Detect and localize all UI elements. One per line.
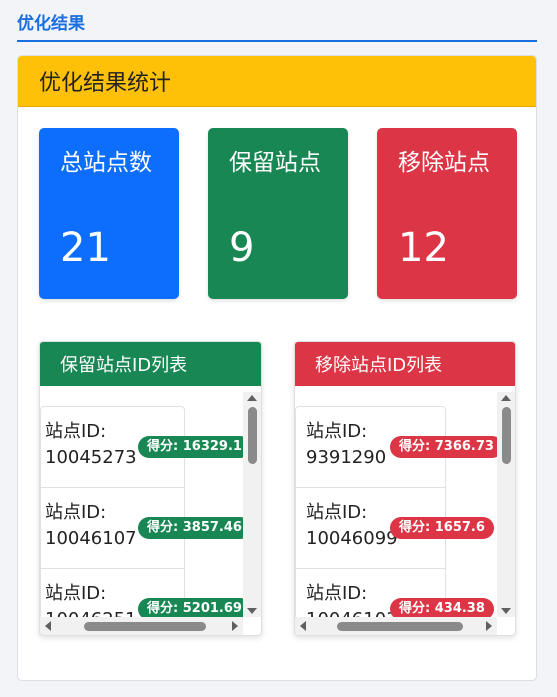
list-item[interactable]: 站点ID: 10046103 得分: 434.38 — [296, 569, 494, 617]
list-item[interactable]: 站点ID: 10046107 得分: 3857.46 — [41, 488, 243, 569]
score-badge: 得分: 3857.46 — [138, 517, 243, 539]
scroll-up-icon[interactable] — [501, 395, 511, 401]
horizontal-scroll-thumb[interactable] — [84, 622, 206, 631]
horizontal-scroll-thumb[interactable] — [337, 622, 463, 631]
horizontal-scrollbar[interactable] — [295, 617, 497, 635]
score-badge: 得分: 434.38 — [390, 598, 494, 617]
stat-kept-sites: 保留站点 9 — [208, 128, 348, 299]
kept-sites-list: 站点ID: 10045273 得分: 16329.1 站点ID: 1004610… — [40, 406, 243, 617]
vertical-scrollbar[interactable] — [243, 392, 261, 617]
removed-sites-scroll-area[interactable]: 站点ID: 9391290 得分: 7366.73 站点ID: 10046099… — [295, 392, 497, 617]
list-item[interactable]: 站点ID: 10046099 得分: 1657.6 — [296, 488, 494, 569]
stat-total-sites: 总站点数 21 — [39, 128, 179, 299]
vertical-scrollbar[interactable] — [497, 392, 515, 617]
list-item[interactable]: 站点ID: 10045273 得分: 16329.1 — [41, 407, 243, 488]
list-item[interactable]: 站点ID: 10046251 得分: 5201.69 — [41, 569, 243, 617]
score-badge: 得分: 16329.1 — [138, 436, 243, 458]
vertical-scroll-thumb[interactable] — [502, 407, 511, 464]
score-badge: 得分: 7366.73 — [390, 436, 497, 458]
stat-removed-value: 12 — [398, 225, 449, 271]
scroll-down-icon[interactable] — [247, 608, 257, 614]
list-item[interactable]: 站点ID: 9391290 得分: 7366.73 — [296, 407, 497, 488]
stat-total-label: 总站点数 — [60, 150, 152, 176]
removed-sites-list: 站点ID: 9391290 得分: 7366.73 站点ID: 10046099… — [295, 406, 497, 617]
kept-sites-panel: 保留站点ID列表 站点ID: 10045273 得分: 16329.1 站点ID… — [39, 341, 262, 636]
score-badge: 得分: 5201.69 — [138, 598, 243, 617]
horizontal-scrollbar[interactable] — [40, 617, 243, 635]
kept-sites-scroll-area[interactable]: 站点ID: 10045273 得分: 16329.1 站点ID: 1004610… — [40, 392, 243, 617]
kept-sites-header: 保留站点ID列表 — [40, 342, 261, 386]
removed-sites-panel: 移除站点ID列表 站点ID: 9391290 得分: 7366.73 站点ID:… — [294, 341, 516, 636]
scroll-left-icon[interactable] — [45, 621, 51, 631]
removed-sites-header: 移除站点ID列表 — [295, 342, 515, 386]
page-title: 优化结果 — [17, 14, 85, 34]
scroll-down-icon[interactable] — [501, 608, 511, 614]
title-divider — [17, 40, 537, 42]
scroll-up-icon[interactable] — [247, 395, 257, 401]
scroll-left-icon[interactable] — [300, 621, 306, 631]
stat-kept-label: 保留站点 — [229, 150, 321, 176]
stat-total-value: 21 — [60, 225, 111, 271]
scroll-right-icon[interactable] — [232, 621, 238, 631]
score-badge: 得分: 1657.6 — [390, 517, 494, 539]
results-card: 优化结果统计 总站点数 21 保留站点 9 移除站点 12 保留站点ID列表 站… — [17, 55, 537, 681]
stat-kept-value: 9 — [229, 225, 255, 271]
stat-removed-sites: 移除站点 12 — [377, 128, 517, 299]
stat-removed-label: 移除站点 — [398, 150, 490, 176]
card-header: 优化结果统计 — [18, 56, 536, 107]
vertical-scroll-thumb[interactable] — [248, 407, 257, 464]
scroll-right-icon[interactable] — [486, 621, 492, 631]
